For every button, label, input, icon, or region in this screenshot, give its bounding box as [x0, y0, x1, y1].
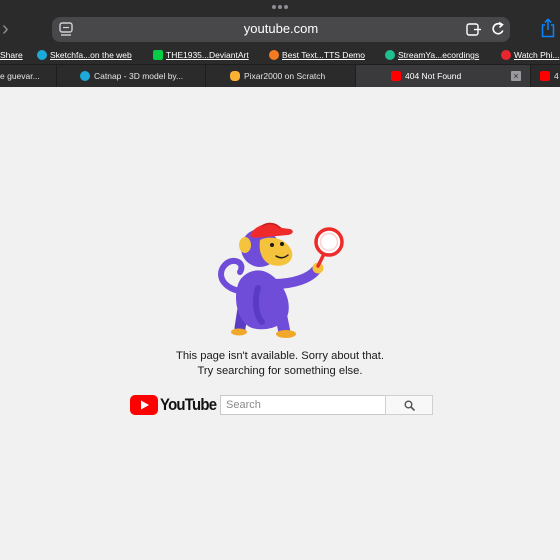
youtube-logo[interactable]: YouTube [130, 392, 224, 418]
error-message: This page isn't available. Sorry about t… [130, 349, 430, 378]
bookmarks-bar: Share Sketchfa...on the web THE1935...De… [0, 46, 560, 64]
tab-catnap[interactable]: Catnap - 3D model by... [57, 65, 206, 87]
bookmark-watch[interactable]: Watch Phi... [501, 48, 560, 62]
tab-label: 4 [554, 71, 559, 81]
monkey-with-magnifier-illustration [218, 222, 344, 338]
bookmark-label[interactable]: Watch Phi... [514, 50, 560, 60]
tab-scratch[interactable]: Pixar2000 on Scratch [206, 65, 356, 87]
bookmark-deviantart[interactable]: THE1935...DeviantArt [153, 48, 249, 62]
tab-label: Catnap - 3D model by... [94, 71, 184, 81]
tab-bar: e guevar... Catnap - 3D model by... Pixa… [0, 64, 560, 87]
youtube-icon [391, 71, 401, 81]
search-button[interactable] [385, 395, 433, 415]
tts-icon [269, 50, 279, 60]
address-bar[interactable]: youtube.com [52, 17, 510, 42]
bookmark-label[interactable]: Sketchfa...on the web [50, 50, 132, 60]
error-message-line-2: Try searching for something else. [197, 364, 363, 377]
bookmark-share[interactable]: Share [0, 48, 23, 62]
browser-chrome: › youtube.com Share Sketchfa...on the we… [0, 0, 560, 87]
sketchfab-icon [80, 71, 90, 81]
tab-label: Pixar2000 on Scratch [244, 71, 326, 81]
tab-label: e guevar... [0, 71, 40, 81]
bookmark-label[interactable]: THE1935...DeviantArt [166, 50, 249, 60]
deviantart-icon [153, 50, 163, 60]
close-tab-icon[interactable]: × [511, 71, 521, 81]
share-icon[interactable] [540, 18, 556, 38]
chevron-right-icon[interactable]: › [2, 18, 16, 40]
tab-guevar[interactable]: e guevar... [0, 65, 57, 87]
bookmark-label[interactable]: Best Text...TTS Demo [282, 50, 365, 60]
bookmark-label[interactable]: StreamYa...ecordings [398, 50, 479, 60]
page-content: This page isn't available. Sorry about t… [0, 87, 560, 560]
youtube-play-icon [130, 395, 158, 415]
search-icon [404, 400, 415, 411]
url-text[interactable]: youtube.com [52, 21, 510, 36]
disney-icon [501, 50, 511, 60]
youtube-icon [540, 71, 550, 81]
bookmark-tts-demo[interactable]: Best Text...TTS Demo [269, 48, 365, 62]
bookmark-sketchfab[interactable]: Sketchfa...on the web [37, 48, 132, 62]
youtube-wordmark: YouTube [160, 395, 217, 414]
sketchfab-icon [37, 50, 47, 60]
tab-404[interactable]: 404 Not Found [356, 65, 531, 87]
search-input[interactable] [220, 395, 386, 415]
bookmark-streamyard[interactable]: StreamYa...ecordings [385, 48, 479, 62]
scratch-icon [230, 71, 240, 81]
bookmark-label[interactable]: Share [0, 50, 23, 60]
streamyard-icon [385, 50, 395, 60]
error-message-line-1: This page isn't available. Sorry about t… [176, 350, 384, 362]
reader-mode-icon[interactable] [466, 23, 482, 36]
window-grabber-icon[interactable] [272, 4, 288, 10]
tab-youtube-extra[interactable]: 4 [531, 65, 560, 87]
tab-label: 404 Not Found [405, 71, 462, 81]
reload-icon[interactable] [490, 21, 506, 37]
